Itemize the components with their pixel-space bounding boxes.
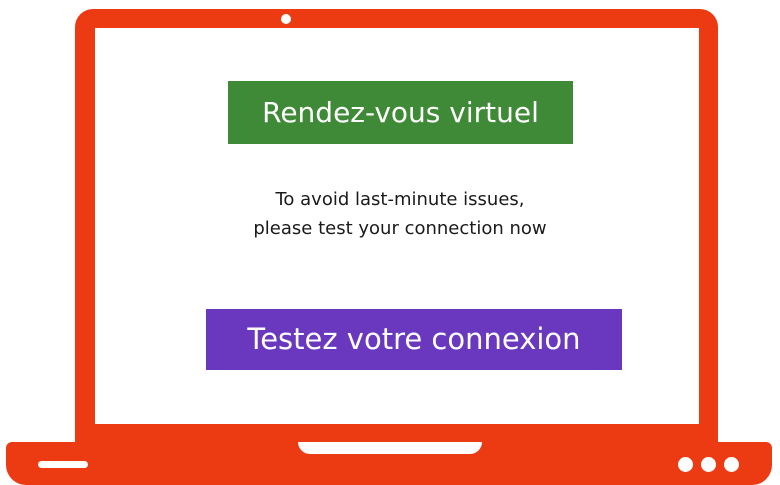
instruction-line-1: To avoid last-minute issues,: [275, 189, 525, 210]
instruction-text: To avoid last-minute issues, please test…: [150, 185, 650, 243]
test-connection-button[interactable]: Testez votre connexion: [206, 309, 622, 370]
trackpad-notch: [298, 442, 482, 454]
indicator-dot: [701, 457, 716, 472]
page-title: Rendez-vous virtuel: [228, 81, 573, 144]
instruction-line-2: please test your connection now: [253, 218, 547, 239]
laptop-illustration: Rendez-vous virtuel To avoid last-minute…: [0, 0, 780, 485]
three-dots-icon: [678, 457, 739, 473]
port-slot-icon: [38, 461, 88, 468]
webcam-icon: [281, 14, 291, 24]
indicator-dot: [678, 457, 693, 472]
indicator-dot: [724, 457, 739, 472]
